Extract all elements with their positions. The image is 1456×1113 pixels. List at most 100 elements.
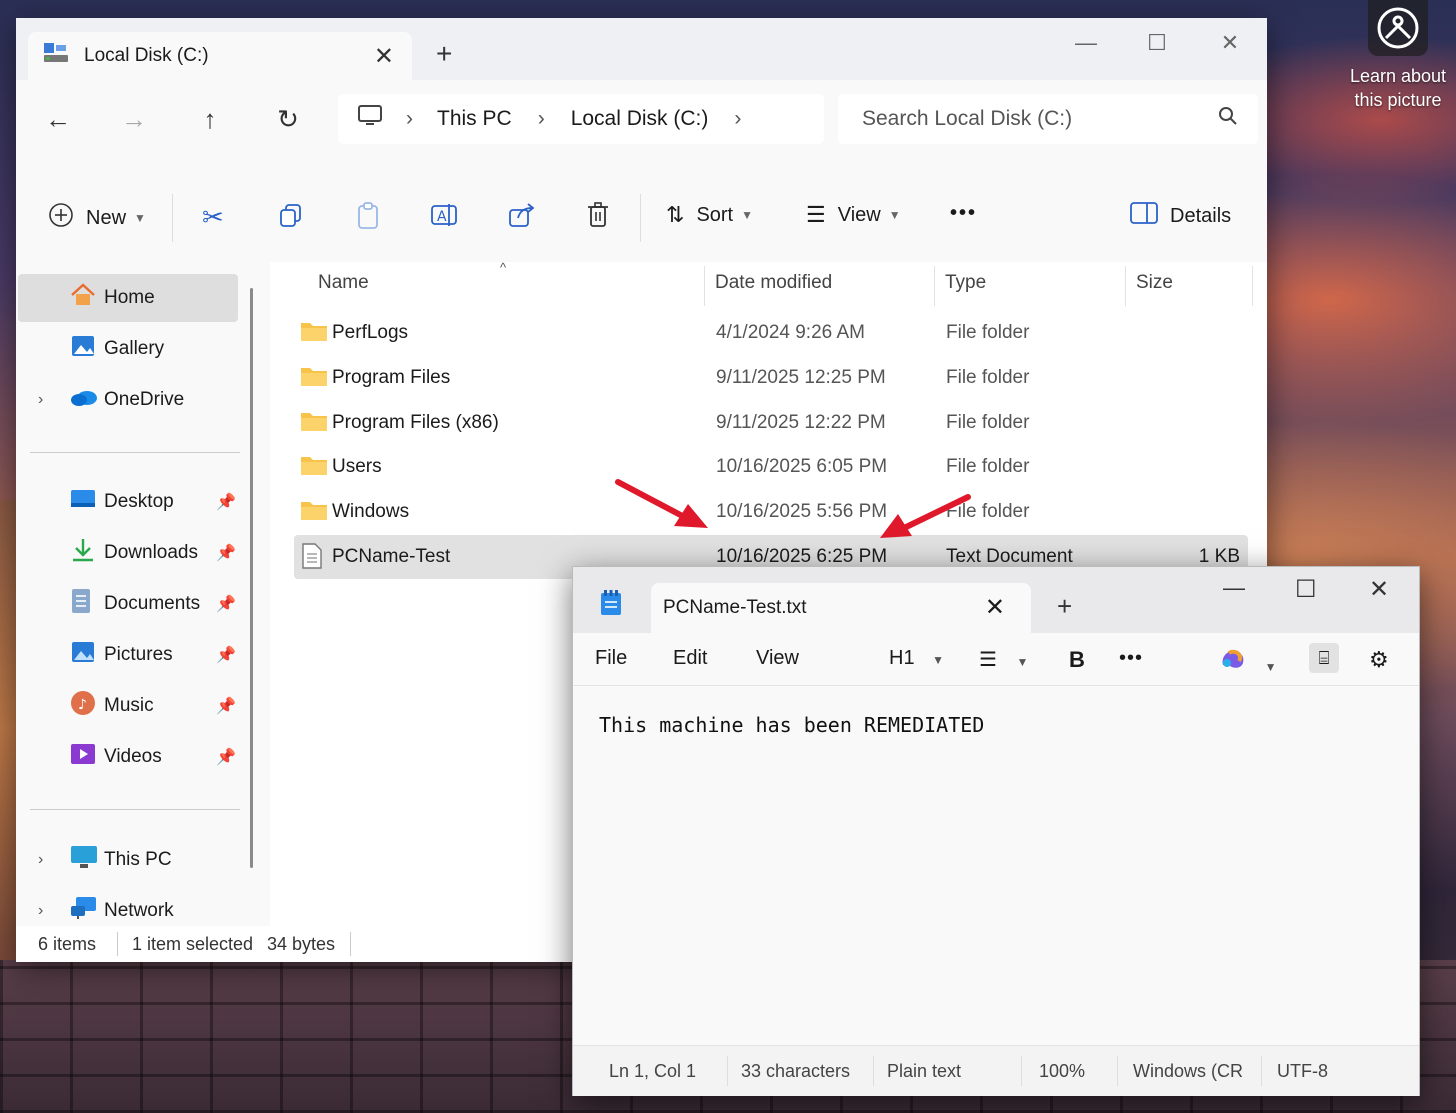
zoom-level[interactable]: 100% [1039, 1061, 1085, 1082]
encoding[interactable]: UTF-8 [1277, 1061, 1328, 1082]
file-row[interactable]: Program Files 9/11/2025 12:25 PM File fo… [294, 356, 1248, 400]
folder-icon [300, 453, 328, 483]
column-divider[interactable] [934, 266, 935, 306]
line-endings[interactable]: Windows (CR [1133, 1061, 1243, 1082]
cursor-position: Ln 1, Col 1 [609, 1061, 697, 1081]
sidebar-item-videos[interactable]: Videos 📌 [18, 733, 238, 781]
maximize-button[interactable]: ☐ [1137, 30, 1177, 56]
sidebar-item-this-pc[interactable]: › This PC [18, 836, 238, 884]
settings-gear-icon[interactable]: ⚙ [1369, 647, 1389, 673]
sidebar-item-downloads[interactable]: Downloads 📌 [18, 529, 238, 577]
details-pane-button[interactable]: Details [1130, 202, 1231, 230]
file-type: File folder [946, 412, 1030, 433]
explorer-tab[interactable]: Local Disk (C:) ✕ [28, 32, 412, 80]
pin-icon[interactable]: 📌 [216, 543, 236, 563]
chevron-down-icon: ▼ [1264, 660, 1277, 674]
file-type: File folder [946, 501, 1030, 522]
learn-about-picture[interactable]: Learn about this picture [1340, 0, 1456, 112]
up-button[interactable]: ↑ [190, 104, 230, 135]
column-divider[interactable] [1252, 266, 1253, 306]
text-document-icon [300, 543, 324, 575]
chevron-right-icon[interactable]: › [38, 902, 43, 920]
heading-dropdown[interactable]: H1 ▼ [889, 647, 944, 670]
pin-icon[interactable]: 📌 [216, 492, 236, 512]
more-options-button[interactable]: ••• [950, 202, 977, 225]
pin-icon[interactable]: 📌 [216, 696, 236, 716]
explorer-titlebar: Local Disk (C:) ✕ + — ☐ ✕ [16, 18, 1267, 80]
notepad-text-content[interactable]: This machine has been REMEDIATED [599, 713, 984, 737]
minimize-button[interactable]: — [1223, 575, 1245, 601]
close-button[interactable]: ✕ [1369, 575, 1389, 604]
forward-button[interactable]: → [114, 104, 154, 135]
rename-button[interactable]: A [430, 202, 460, 234]
copilot-icon [1219, 649, 1247, 676]
close-tab-icon[interactable]: ✕ [374, 42, 394, 71]
column-header-name[interactable]: Name [318, 272, 369, 294]
pin-icon[interactable]: 📌 [216, 645, 236, 665]
breadcrumb[interactable]: › This PC › Local Disk (C:) › [338, 94, 824, 144]
minimize-button[interactable]: — [1066, 30, 1106, 56]
column-header-date[interactable]: Date modified [715, 272, 832, 294]
wallpaper-glow [0, 500, 16, 960]
new-tab-button[interactable]: + [1057, 591, 1072, 622]
menu-view[interactable]: View [756, 647, 799, 670]
new-tab-button[interactable]: + [436, 38, 452, 70]
status-divider [350, 932, 351, 956]
sidebar-item-gallery[interactable]: Gallery [18, 325, 238, 373]
column-header-type[interactable]: Type [945, 272, 986, 294]
copilot-button[interactable]: ▼ [1219, 647, 1276, 677]
column-divider[interactable] [704, 266, 705, 306]
pin-icon[interactable]: 📌 [216, 594, 236, 614]
file-type: File folder [946, 456, 1030, 477]
rename-icon: A [430, 202, 460, 234]
accessibility-button[interactable]: ⌸ [1309, 643, 1339, 673]
column-header-size[interactable]: Size [1136, 272, 1173, 294]
file-name: PerfLogs [332, 322, 409, 343]
view-button[interactable]: ☰ View ▼ [806, 202, 901, 228]
search-input[interactable]: Search Local Disk (C:) [862, 107, 1072, 131]
chevron-down-icon: ▼ [888, 208, 901, 222]
bold-button[interactable]: B [1069, 647, 1085, 673]
maximize-button[interactable]: ☐ [1295, 575, 1317, 604]
file-row[interactable]: Windows 10/16/2025 5:56 PM File folder [294, 490, 1248, 534]
file-row[interactable]: Users 10/16/2025 6:05 PM File folder [294, 445, 1248, 489]
back-button[interactable]: ← [38, 104, 78, 135]
breadcrumb-this-pc[interactable]: This PC [437, 107, 512, 131]
sidebar-item-desktop[interactable]: Desktop 📌 [18, 478, 238, 526]
column-divider[interactable] [1125, 266, 1126, 306]
pin-icon[interactable]: 📌 [216, 747, 236, 767]
sidebar-item-onedrive[interactable]: › OneDrive [18, 376, 238, 424]
breadcrumb-local-disk[interactable]: Local Disk (C:) [571, 107, 709, 131]
breadcrumb-chevron-icon[interactable]: › [734, 107, 741, 131]
new-button[interactable]: New ▼ [48, 202, 146, 234]
chevron-down-icon: ▼ [1016, 655, 1029, 669]
sidebar-item-home[interactable]: Home [18, 274, 238, 322]
share-button[interactable] [508, 202, 536, 234]
list-dropdown[interactable]: ☰ ▼ [979, 647, 1028, 672]
chevron-right-icon[interactable]: › [38, 851, 43, 869]
menu-file[interactable]: File [595, 647, 627, 670]
desktop-icon [70, 488, 96, 516]
paste-button[interactable] [356, 202, 382, 236]
more-options-button[interactable]: ••• [1119, 647, 1143, 670]
copy-button[interactable] [278, 202, 304, 234]
menu-edit[interactable]: Edit [673, 647, 707, 670]
chevron-right-icon[interactable]: › [38, 391, 43, 409]
file-row[interactable]: Program Files (x86) 9/11/2025 12:22 PM F… [294, 401, 1248, 445]
sidebar-item-music[interactable]: ♪ Music 📌 [18, 682, 238, 730]
sidebar-label: Videos [104, 746, 162, 767]
breadcrumb-chevron-icon: › [406, 107, 413, 130]
sidebar-item-pictures[interactable]: Pictures 📌 [18, 631, 238, 679]
search-box[interactable]: Search Local Disk (C:) [838, 94, 1258, 144]
refresh-button[interactable]: ↻ [268, 104, 308, 135]
close-button[interactable]: ✕ [1210, 30, 1250, 56]
text-format[interactable]: Plain text [887, 1061, 961, 1082]
close-tab-icon[interactable]: ✕ [985, 593, 1005, 622]
sidebar-item-documents[interactable]: Documents 📌 [18, 580, 238, 628]
sidebar-scrollbar[interactable] [250, 288, 253, 868]
sort-button[interactable]: ⇅ Sort ▼ [666, 202, 753, 228]
file-row[interactable]: PerfLogs 4/1/2024 9:26 AM File folder [294, 311, 1248, 355]
notepad-tab[interactable]: PCName-Test.txt ✕ [651, 583, 1031, 633]
cut-button[interactable]: ✂ [202, 202, 224, 233]
delete-button[interactable] [586, 202, 610, 234]
